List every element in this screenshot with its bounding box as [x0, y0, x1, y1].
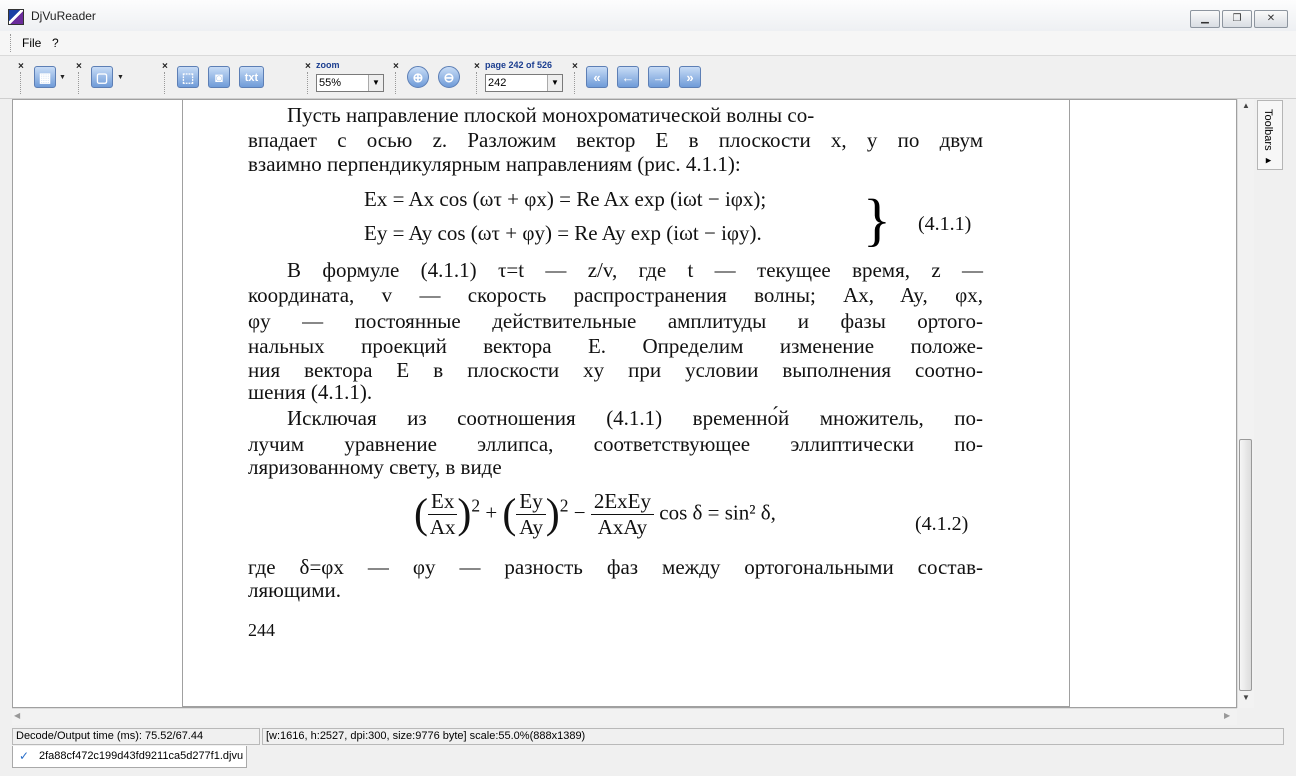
status-decode-time: Decode/Output time (ms): 75.52/67.44 [12, 728, 260, 745]
page-layout-button[interactable]: ▢ [91, 66, 113, 88]
toolbar-close-icon[interactable]: × [305, 61, 311, 72]
toolbar-grip[interactable] [78, 72, 81, 94]
previous-page-button[interactable]: ← [617, 66, 639, 88]
text-mode-button[interactable]: txt [239, 66, 264, 88]
app-icon [8, 9, 24, 25]
brace-icon: } [863, 187, 891, 252]
text-line: ляющими. [248, 578, 342, 602]
text-line: φy — постоянные действительные амплитуды… [248, 309, 983, 333]
text-line: шения (4.1.1). [248, 380, 373, 404]
text-line: лучим уравнение эллипса, соответствующее… [248, 432, 983, 456]
check-icon: ✓ [19, 749, 30, 763]
scroll-down-icon[interactable]: ▼ [1242, 693, 1250, 702]
toolbar-close-icon[interactable]: × [162, 61, 168, 72]
toolbars-side-tab[interactable]: Toolbars ▸ [1257, 100, 1283, 170]
text-line: Исключая из соотношения (4.1.1) временно… [287, 406, 983, 430]
status-page-info: [w:1616, h:2527, dpi:300, size:9776 byte… [262, 728, 1284, 745]
equation-4-1-1-line-2: Ey = Ay cos (ωτ + φy) = Re Ay exp (iωt −… [364, 221, 762, 245]
text-line: ляризованному свету, в виде [248, 455, 502, 479]
equation-tail: cos δ = sin² δ, [659, 500, 776, 525]
zoom-out-button[interactable]: ⊖ [438, 66, 460, 88]
horizontal-scrollbar[interactable]: ◀ ▶ [12, 708, 1237, 725]
window-title: DjVuReader [31, 9, 96, 23]
image-mode-button[interactable]: ◙ [208, 66, 230, 88]
chevron-down-icon[interactable]: ▼ [59, 74, 66, 81]
toolbar-grip[interactable] [574, 72, 577, 94]
page-value: 242 [488, 77, 507, 89]
chevron-down-icon[interactable]: ▼ [117, 74, 124, 81]
toolbar-close-icon[interactable]: × [474, 61, 480, 72]
toolbar-close-icon[interactable]: × [76, 61, 82, 72]
zoom-in-button[interactable]: ⊕ [407, 66, 429, 88]
toolbars-tab-label: Toolbars ▸ [1262, 109, 1274, 167]
last-page-button[interactable]: » [679, 66, 701, 88]
toolbar-close-icon[interactable]: × [18, 61, 24, 72]
toolbar-grip[interactable] [476, 72, 479, 94]
text-line: В формуле (4.1.1) τ=t — z/v, где t — тек… [287, 258, 983, 282]
menu-grip[interactable] [10, 34, 13, 52]
title-bar: DjVuReader ▁ ❐ ✕ [0, 0, 1296, 32]
toolbar-grip[interactable] [395, 72, 398, 94]
navigation-pane-button[interactable]: ▦ [34, 66, 56, 88]
first-page-button[interactable]: « [586, 66, 608, 88]
fraction-numerator: Ey [516, 489, 546, 515]
close-window-button[interactable]: ✕ [1254, 10, 1288, 28]
toolbar-grip[interactable] [164, 72, 167, 94]
page-number: 244 [248, 620, 275, 640]
scrollbar-thumb[interactable] [1239, 439, 1252, 691]
fraction-denominator: Ay [519, 515, 543, 539]
text-line: координата, v — скорость распространения… [248, 283, 983, 307]
chevron-down-icon[interactable]: ▼ [368, 75, 383, 91]
fraction-denominator: Ax [429, 515, 456, 539]
zoom-label: zoom [316, 60, 340, 70]
zoom-value: 55% [319, 77, 342, 89]
fraction-numerator: 2ExEy [590, 489, 654, 515]
scroll-left-icon[interactable]: ◀ [14, 711, 20, 720]
document-tab-filename: 2fa88cf472c199d43fd9211ca5d277f1.djvu [39, 750, 244, 762]
equation-4-1-1-line-1: Ex = Ax cos (ωτ + φx) = Re Ax exp (iωt −… [364, 187, 767, 211]
toolbar-grip[interactable] [307, 72, 310, 94]
next-page-button[interactable]: → [648, 66, 670, 88]
select-region-button[interactable]: ⬚ [177, 66, 199, 88]
zoom-select[interactable]: 55% ▼ [316, 74, 384, 92]
fraction-denominator: AxAy [597, 515, 648, 539]
text-line: где δ=φx — φy — разность фаз между ортог… [248, 555, 983, 579]
document-page: Пусть направление плоской монохроматичес… [182, 100, 1070, 707]
scroll-right-icon[interactable]: ▶ [1224, 711, 1230, 720]
toolbar-close-icon[interactable]: × [393, 61, 399, 72]
toolbar-grip[interactable] [20, 72, 23, 94]
restore-button[interactable]: ❐ [1222, 10, 1252, 28]
scroll-up-icon[interactable]: ▲ [1242, 101, 1250, 110]
menu-bar: File ? [0, 31, 1296, 56]
text-line: Пусть направление плоской монохроматичес… [287, 103, 815, 127]
text-line: взаимно перпендикулярным направлениям (р… [248, 152, 741, 176]
fraction-numerator: Ex [428, 489, 458, 515]
document-viewport[interactable]: Пусть направление плоской монохроматичес… [12, 99, 1237, 708]
text-line: нальных проекций вектора E. Определим из… [248, 334, 983, 358]
vertical-scrollbar[interactable]: ▲ ▼ [1237, 99, 1254, 708]
menu-file[interactable]: File [22, 36, 41, 50]
equation-number: (4.1.2) [915, 513, 969, 535]
page-select[interactable]: 242 ▼ [485, 74, 563, 92]
toolbar: × ▦ ▼ × ▢ ▼ × ⬚ ◙ txt × zoom 55% ▼ × ⊕ ⊖… [0, 56, 1296, 99]
page-label: page 242 of 526 [485, 60, 553, 70]
document-tab[interactable]: ✓ 2fa88cf472c199d43fd9211ca5d277f1.djvu [12, 746, 247, 768]
text-line: впадает с осью z. Разложим вектор E в пл… [248, 128, 983, 152]
toolbar-close-icon[interactable]: × [572, 61, 578, 72]
menu-help[interactable]: ? [52, 36, 59, 50]
equation-number: (4.1.1) [918, 213, 972, 235]
equation-4-1-2: (Ex Ax)2 + (Ey Ay)2 − 2ExEy AxAy cos δ = si… [414, 489, 776, 539]
chevron-down-icon[interactable]: ▼ [547, 75, 562, 91]
minimize-button[interactable]: ▁ [1190, 10, 1220, 28]
